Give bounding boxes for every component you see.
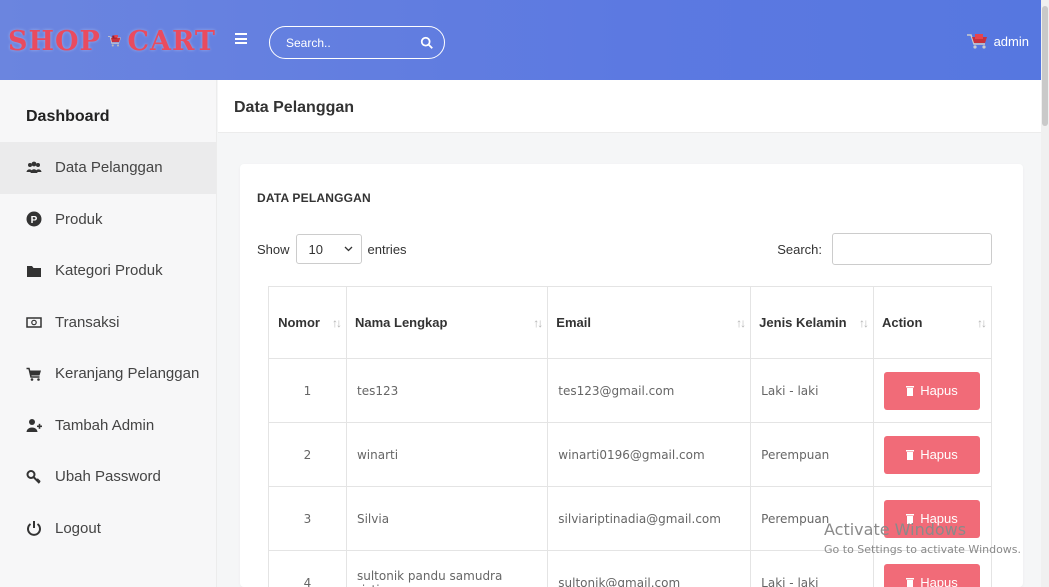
column-header-nama-lengkap[interactable]: Nama Lengkap ↑↓ [345,286,549,359]
user-menu[interactable]: admin [966,33,1029,49]
sidebar-item-produk[interactable]: P Produk [0,194,216,246]
entries-label: entries [367,241,407,257]
sort-icon: ↑↓ [977,315,987,330]
top-navbar: SHOP CART admin [0,0,1049,80]
watermark-subtitle: Go to Settings to activate Windows. [824,543,1022,556]
cell-nomor: 4 [268,550,347,587]
trash-icon [906,386,915,396]
sidebar-item-label: Ubah Password [55,468,161,486]
users-icon [26,161,42,173]
cell-nama: winarti [345,422,549,487]
cell-nama: Silvia [345,486,549,551]
cell-email: winarti0196@gmail.com [547,422,752,487]
cell-jenis-kelamin: Laki - laki [750,358,874,423]
delete-button[interactable]: Hapus [883,371,980,410]
page-header: Data Pelanggan [218,80,1049,133]
folder-icon [27,265,41,277]
page-scrollbar[interactable] [1041,0,1049,587]
watermark-title: Activate Windows [824,520,967,539]
user-name: admin [993,33,1029,49]
column-header-action[interactable]: Action ↑↓ [872,286,993,359]
delete-button[interactable]: Hapus [883,563,980,587]
delete-button-label: Hapus [920,575,958,587]
delete-button-label: Hapus [920,447,958,462]
table-row: 2 winarti winarti0196@gmail.com Perempua… [268,422,993,487]
cell-nama: sultonik pandu samudra ristian [345,550,549,587]
sidebar-item-ubah-password[interactable]: Ubah Password [0,451,216,503]
top-search-input[interactable] [286,35,406,50]
column-header-jenis-kelamin[interactable]: Jenis Kelamin ↑↓ [750,286,874,359]
sort-icon: ↑↓ [331,315,342,330]
sidebar-item-tambah-admin[interactable]: Tambah Admin [0,400,216,452]
sidebar-item-label: Produk [55,210,103,228]
sidebar-item-logout[interactable]: Logout [0,503,216,555]
cell-action: Hapus [872,422,993,487]
money-bill-icon [26,317,42,328]
card-title: DATA PELANGGAN [257,191,371,205]
product-p-icon: P [26,211,42,227]
sort-icon: ↑↓ [736,315,746,330]
column-header-email[interactable]: Email ↑↓ [547,286,752,359]
table-search-input[interactable] [832,233,992,265]
cell-email: tes123@gmail.com [547,358,752,423]
sidebar-item-label: Kategori Produk [55,262,163,280]
table-search-label: Search: [777,241,822,257]
cell-nama: tes123 [345,358,549,423]
sidebar-item-keranjang-pelanggan[interactable]: Keranjang Pelanggan [0,348,216,400]
sidebar: Dashboard Data Pelanggan P Produk Katego… [0,80,217,587]
cell-nomor: 2 [268,422,347,487]
top-search-bar [269,26,445,59]
sidebar-item-label: Tambah Admin [55,416,155,434]
cell-nomor: 3 [268,486,347,551]
cell-nomor: 1 [268,358,347,423]
chevron-down-icon [344,246,352,252]
entries-value: 10 [308,241,323,257]
user-plus-icon [26,419,42,433]
delete-button[interactable]: Hapus [883,435,980,474]
page-title: Data Pelanggan [234,99,355,116]
avatar [966,34,987,49]
delete-button-label: Hapus [920,383,958,398]
cell-email: sultonik@gmail.com [547,550,752,587]
sidebar-item-label: Keranjang Pelanggan [55,365,200,383]
svg-text:P: P [31,215,38,226]
cell-action: Hapus [872,358,993,423]
trash-icon [906,578,915,587]
power-icon [27,521,41,537]
sort-icon: ↑↓ [858,315,869,330]
cell-email: silviariptinadia@gmail.com [547,486,752,551]
sidebar-item-kategori-produk[interactable]: Kategori Produk [0,245,216,297]
search-icon[interactable] [420,36,434,50]
menu-toggle-icon[interactable] [235,33,247,44]
shop-cart-logo[interactable]: SHOP CART [8,10,216,72]
show-label: Show [257,241,290,257]
key-icon [26,469,41,484]
logo-text-left: SHOP [8,25,101,57]
column-header-nomor[interactable]: Nomor ↑↓ [268,286,347,359]
sidebar-item-label: Transaksi [55,313,120,331]
sidebar-item-label: Data Pelanggan [55,159,163,177]
sidebar-item-data-pelanggan[interactable]: Data Pelanggan [0,142,216,194]
scrollbar-thumb[interactable] [1042,6,1048,126]
table-search: Search: [777,233,992,265]
entries-select[interactable]: 10 [295,234,362,264]
shopping-cart-logo-icon [107,34,121,47]
sort-icon: ↑↓ [533,315,543,330]
table-header-row: Nomor ↑↓ Nama Lengkap ↑↓ Email ↑↓ Jenis Kel… [268,286,993,359]
sidebar-item-label: Logout [55,519,101,537]
sidebar-item-transaksi[interactable]: Transaksi [0,297,216,349]
table-row: 1 tes123 tes123@gmail.com Laki - laki Ha… [268,358,993,423]
entries-length-control: Show 10 entries [257,234,407,264]
activate-windows-watermark: Activate Windows Go to Settings to activ… [824,520,1021,556]
sidebar-title[interactable]: Dashboard [0,80,216,142]
logo-text-right: CART [127,25,216,57]
shopping-cart-icon [26,367,41,381]
cell-jenis-kelamin: Perempuan [750,422,874,487]
trash-icon [906,450,915,460]
